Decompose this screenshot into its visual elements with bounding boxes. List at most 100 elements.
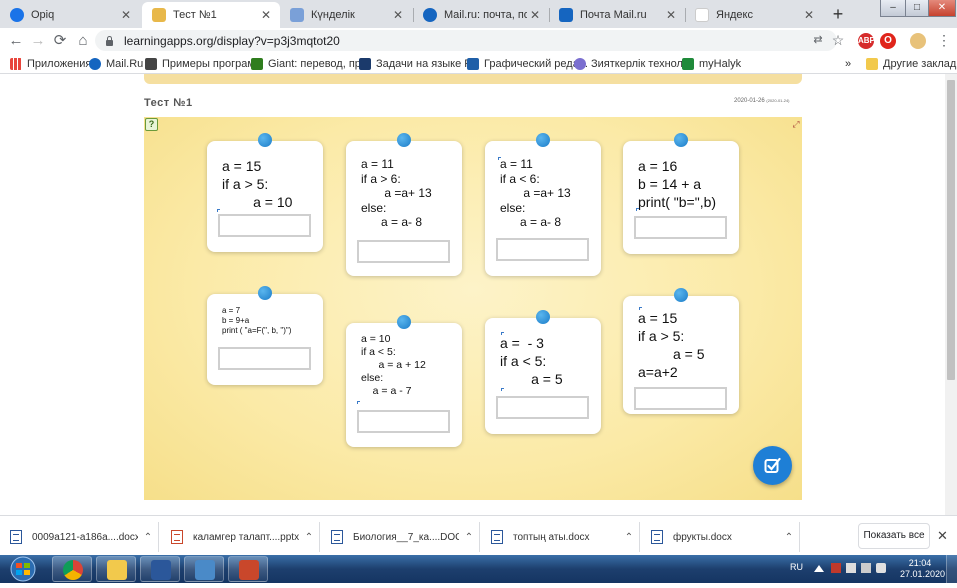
tab-mailru-mail[interactable]: Почта Mail.ru ✕ <box>549 2 685 28</box>
answer-input[interactable] <box>496 396 589 419</box>
close-icon[interactable]: ✕ <box>663 8 679 22</box>
close-icon[interactable]: ✕ <box>801 8 817 22</box>
back-arrow-icon[interactable]: ← <box>6 31 26 51</box>
close-icon[interactable]: ✕ <box>258 8 274 22</box>
forward-arrow-icon[interactable]: → <box>28 31 48 51</box>
download-item[interactable]: топтың аты.docx ⌃ <box>481 522 640 552</box>
mailru-icon <box>89 57 101 70</box>
exercise-board: ? ⤢ a = 15 if a > 5: a = 10 a = 11 if a … <box>144 117 802 500</box>
flag-icon[interactable] <box>831 563 841 573</box>
answer-input[interactable] <box>357 240 450 263</box>
powerpoint-icon <box>239 560 259 580</box>
chevron-up-icon[interactable]: ⌃ <box>619 532 639 543</box>
new-tab-button[interactable]: + <box>827 4 849 26</box>
page-scrollbar[interactable] <box>945 74 957 515</box>
profile-avatar[interactable] <box>910 33 926 49</box>
tab-kundelik[interactable]: Күнделік ✕ <box>280 2 412 28</box>
maximize-button[interactable]: □ <box>905 0 929 17</box>
fullscreen-icon[interactable]: ⤢ <box>791 119 801 129</box>
window-close-button[interactable]: ✕ <box>928 0 956 17</box>
menu-kebab-icon[interactable]: ⋮ <box>934 31 954 51</box>
bookmarks-overflow-icon[interactable]: » <box>845 56 851 71</box>
download-item[interactable]: Биология__7_ка....DOCX ⌃ <box>321 522 480 552</box>
code-snippet: a = 10 if a < 5: a = a + 12 else: a = a … <box>361 333 426 397</box>
code-snippet: a = 11 if a < 6: a =a+ 13 else: a = a- 8 <box>500 157 571 229</box>
tab-title: Яндекс <box>716 9 753 21</box>
corner-marker <box>636 208 639 211</box>
answer-input[interactable] <box>357 410 450 433</box>
close-icon[interactable]: ✕ <box>527 8 543 22</box>
tab-test-1[interactable]: Тест №1 ✕ <box>142 2 280 28</box>
volume-icon[interactable] <box>876 563 886 573</box>
bookmark-graphic-editor[interactable]: Графический реда... <box>467 56 588 71</box>
scroll-thumb[interactable] <box>947 80 955 380</box>
bookmark-ziatkerlik[interactable]: Зияткерлік технол... <box>574 56 692 71</box>
language-indicator[interactable]: RU <box>790 562 803 572</box>
network-icon[interactable] <box>846 563 856 573</box>
check-answers-button[interactable] <box>753 446 792 485</box>
tray-expand-icon[interactable] <box>814 565 824 572</box>
top-banner <box>144 74 802 84</box>
close-icon[interactable]: ✕ <box>390 8 406 22</box>
taskbar-media[interactable] <box>184 556 224 582</box>
browser-toolbar: ← → ⟳ ⌂ learningapps.org/display?v=p3j3m… <box>0 28 957 53</box>
tab-mailru-search[interactable]: Mail.ru: почта, поиск в ... ✕ <box>413 2 549 28</box>
chevron-up-icon[interactable]: ⌃ <box>779 532 799 543</box>
mail-envelope-icon <box>559 8 573 22</box>
bookmark-examples[interactable]: Примеры программ <box>145 56 263 71</box>
close-icon[interactable]: ✕ <box>937 528 948 544</box>
address-bar[interactable]: learningapps.org/display?v=p3j3mqtot20 <box>95 30 837 51</box>
tab-opiq[interactable]: Opiq ✕ <box>0 2 140 28</box>
download-name: 0009a121-a186a....docx <box>32 531 138 543</box>
graphic-editor-icon <box>467 57 479 70</box>
tab-title: Тест №1 <box>173 9 217 21</box>
reload-icon[interactable]: ⟳ <box>50 31 70 51</box>
opera-icon[interactable]: O <box>880 33 896 49</box>
download-item[interactable]: 0009a121-a186a....docx ⌃ <box>0 522 159 552</box>
browser-tab-strip: Opiq ✕ Тест №1 ✕ Күнделік ✕ Mail.ru: поч… <box>0 0 957 28</box>
url-text: learningapps.org/display?v=p3j3mqtot20 <box>124 33 340 48</box>
answer-input[interactable] <box>634 387 727 410</box>
corner-marker <box>357 401 360 404</box>
code-snippet: a = - 3 if a < 5: a = 5 <box>500 335 563 387</box>
adblock-icon[interactable]: ABP <box>858 33 875 49</box>
chevron-up-icon[interactable]: ⌃ <box>138 532 158 543</box>
bookmark-mailru[interactable]: Mail.Ru <box>89 56 143 71</box>
answer-input[interactable] <box>634 216 727 239</box>
bookmark-other[interactable]: Другие закладки <box>866 56 957 71</box>
home-icon[interactable]: ⌂ <box>73 31 93 51</box>
start-button[interactable] <box>3 555 43 583</box>
chevron-up-icon[interactable]: ⌃ <box>459 532 479 543</box>
help-icon[interactable]: ? <box>145 118 158 131</box>
taskbar-powerpoint[interactable] <box>228 556 268 582</box>
bookmark-apps[interactable]: Приложения <box>10 56 91 71</box>
taskbar-word[interactable] <box>140 556 180 582</box>
bookmark-star-icon[interactable]: ☆ <box>828 31 848 51</box>
battery-icon[interactable] <box>861 563 871 573</box>
pin-icon <box>674 133 688 147</box>
code-snippet: a = 7 b = 9+a print ( "a=F(", b, ")") <box>222 306 292 335</box>
taskbar-chrome[interactable] <box>52 556 92 582</box>
show-all-downloads-button[interactable]: Показать все <box>858 523 930 549</box>
taskbar-explorer[interactable] <box>96 556 136 582</box>
translate-icon[interactable]: ⇄ <box>808 31 828 51</box>
minimize-button[interactable]: – <box>880 0 906 17</box>
answer-input[interactable] <box>218 214 311 237</box>
download-item[interactable]: фрукты.docx ⌃ <box>641 522 800 552</box>
close-icon[interactable]: ✕ <box>118 8 134 22</box>
answer-input[interactable] <box>496 238 589 261</box>
tray-clock[interactable]: 21:04 27.01.2020 <box>900 558 945 580</box>
bookmark-label: Другие закладки <box>883 57 957 70</box>
show-desktop-button[interactable] <box>946 555 957 583</box>
download-item[interactable]: каламгер талапт....pptx ⌃ <box>161 522 320 552</box>
code-card-2: a = 11 if a > 6: a =a+ 13 else: a = a- 8 <box>346 133 462 276</box>
bookmark-myhalyk[interactable]: myHalyk <box>682 56 741 71</box>
answer-input[interactable] <box>218 347 311 370</box>
tab-title: Почта Mail.ru <box>580 9 647 21</box>
bookmark-giant[interactable]: Giant: перевод, пр... <box>251 56 370 71</box>
tab-title: Mail.ru: почта, поиск в ... <box>444 9 527 21</box>
bookmark-python-tasks[interactable]: Задачи на языке P... <box>359 56 479 71</box>
tab-yandex[interactable]: Яндекс ✕ <box>685 2 823 28</box>
pin-icon <box>674 288 688 302</box>
chevron-up-icon[interactable]: ⌃ <box>299 532 319 543</box>
